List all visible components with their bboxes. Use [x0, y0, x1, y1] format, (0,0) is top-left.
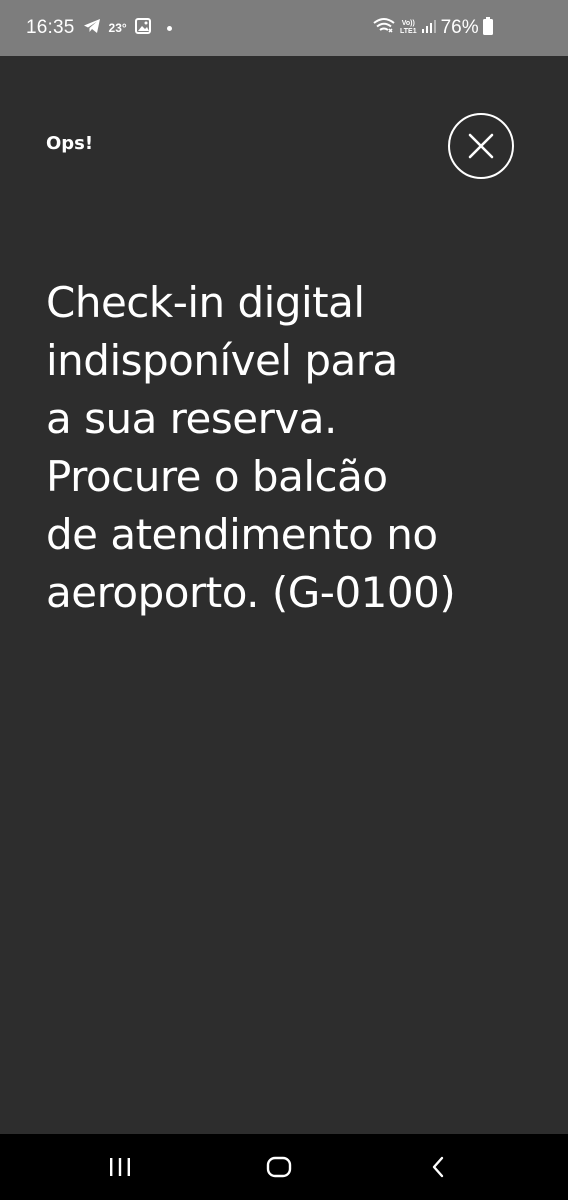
- status-temperature: 23°: [108, 21, 127, 35]
- volte-label: Vo)) LTE1: [400, 20, 417, 36]
- screen: 16:35 23° Vo)) LTE1 76% Ops! Check-in di…: [0, 0, 568, 1200]
- status-left: 16:35 23°: [26, 0, 172, 56]
- status-bar: 16:35 23° Vo)) LTE1 76%: [0, 0, 568, 56]
- close-icon: [468, 133, 494, 159]
- volte-bottom: LTE1: [400, 28, 417, 35]
- status-right: Vo)) LTE1 76%: [372, 0, 493, 56]
- battery-icon: [482, 17, 493, 39]
- dialog-title: Ops!: [46, 133, 94, 154]
- error-message: Check-in digital indisponível para a sua…: [46, 274, 546, 622]
- recent-apps-button[interactable]: [80, 1134, 160, 1200]
- recent-apps-icon: [110, 1158, 130, 1176]
- volte-top: Vo)): [401, 20, 415, 27]
- close-button[interactable]: [448, 113, 514, 179]
- back-icon: [432, 1156, 444, 1178]
- message-line: Check-in digital: [46, 278, 365, 327]
- message-line: a sua reserva.: [46, 394, 337, 443]
- status-time: 16:35: [26, 17, 75, 38]
- back-button[interactable]: [398, 1134, 478, 1200]
- telegram-icon: [83, 18, 101, 38]
- gallery-icon: [134, 18, 151, 38]
- message-line: de atendimento no: [46, 510, 438, 559]
- wifi-icon: [372, 17, 396, 39]
- message-line: Procure o balcão: [46, 452, 388, 501]
- notification-dot-icon: [166, 25, 172, 31]
- signal-icon: [421, 18, 437, 38]
- message-line: aeroporto. (G-0100): [46, 568, 456, 617]
- battery-percent: 76%: [440, 17, 479, 38]
- home-button[interactable]: [239, 1134, 319, 1200]
- system-nav-bar: [0, 1134, 568, 1200]
- message-line: indisponível para: [46, 336, 398, 385]
- home-icon: [266, 1156, 292, 1178]
